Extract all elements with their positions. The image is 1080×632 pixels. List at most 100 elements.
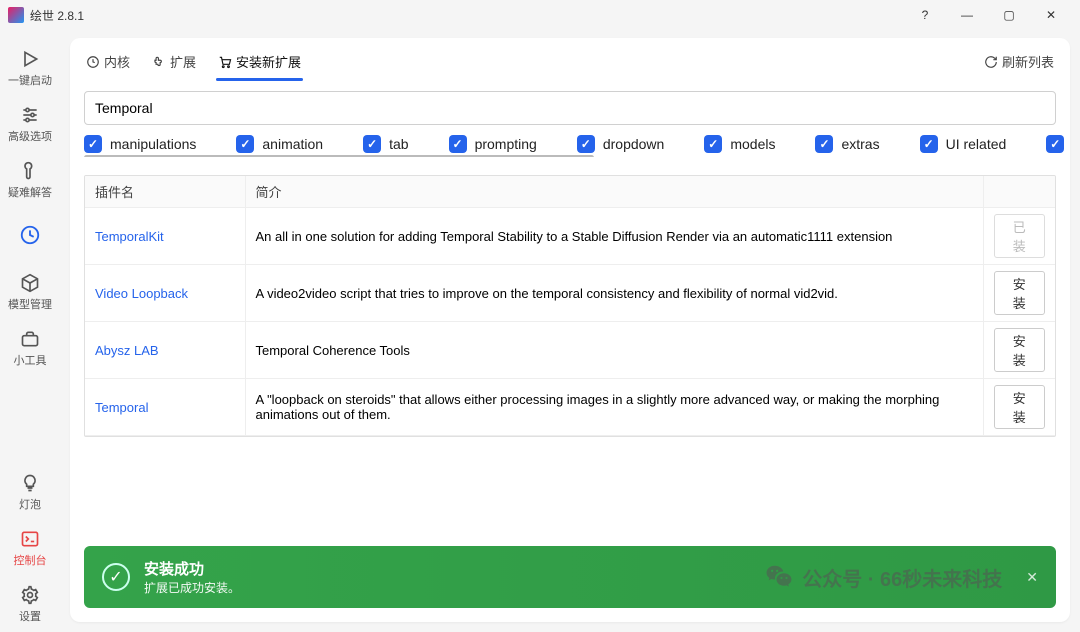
checkbox-icon: ✓ [920,135,938,153]
plugin-desc: Temporal Coherence Tools [245,322,983,379]
wechat-icon [764,562,794,592]
install-button[interactable]: 安装 [994,271,1046,315]
plugin-desc: A video2video script that tries to impro… [245,265,983,322]
sidebar: 一键启动 高级选项 疑难解答 模型管理 小工具 灯泡 控制台 [0,30,60,632]
filter-models[interactable]: ✓ models [704,135,775,153]
gear-icon [19,584,41,606]
terminal-icon [19,528,41,550]
sidebar-item-models[interactable]: 模型管理 [0,264,60,320]
sidebar-label: 灯泡 [19,496,41,512]
plugin-desc: An all in one solution for adding Tempor… [245,208,983,265]
table-row: Video Loopback A video2video script that … [85,265,1055,322]
sidebar-item-bulb[interactable]: 灯泡 [0,464,60,520]
filter-manipulations[interactable]: ✓manipulations [84,135,196,153]
plugin-name-link[interactable]: Abysz LAB [95,343,159,358]
app-icon [8,7,24,23]
tab-label: 内核 [104,52,130,71]
checkbox-icon: ✓ [704,135,722,153]
success-toast: ✓ 安装成功 扩展已成功安装。 公众号 · 66秒未来科技 ✕ [84,546,1056,608]
refresh-label: 刷新列表 [1002,52,1054,71]
filter-row: ✓manipulations✓animation✓tab✓prompting✓d… [70,135,1070,157]
sidebar-label: 疑难解答 [8,184,52,200]
plugin-desc: A "loopback on steroids" that allows eit… [245,379,983,436]
filter-label: tab [389,136,408,152]
extensions-table: 插件名 简介 TemporalKit An all in one solution… [84,175,1056,437]
sidebar-item-tools[interactable]: 小工具 [0,320,60,376]
sidebar-item-advanced[interactable]: 高级选项 [0,96,60,152]
filter-animation[interactable]: ✓ animation [236,135,323,153]
toast-subtitle: 扩展已成功安装。 [144,579,240,596]
filter-label: dropdown [603,136,665,152]
col-name: 插件名 [85,176,245,208]
install-button: 已装 [994,214,1046,258]
sidebar-item-history[interactable] [0,208,60,264]
help-button[interactable]: ? [904,0,946,30]
tab-label: 安装新扩展 [236,52,301,71]
col-desc: 简介 [245,176,983,208]
plugin-name-link[interactable]: Video Loopback [95,286,188,301]
filter-label: UI related [946,136,1007,152]
sidebar-label: 小工具 [14,352,47,368]
checkbox-icon: ✓ [577,135,595,153]
filter-tab[interactable]: ✓ tab [363,135,408,153]
top-tabs: 内核 扩展 安装新扩展 刷新列表 [70,38,1070,77]
maximize-button[interactable]: ▢ [988,0,1030,30]
tab-extensions[interactable]: 扩展 [150,46,198,77]
search-input[interactable] [84,91,1056,125]
tab-label: 扩展 [170,52,196,71]
close-button[interactable]: ✕ [1030,0,1072,30]
cube-icon [19,272,41,294]
filter-label: models [730,136,775,152]
watermark-text: 公众号 · 66秒未来科技 [802,563,1002,592]
sidebar-label: 模型管理 [8,296,52,312]
filter-label: prompting [475,136,537,152]
checkbox-icon: ✓ [363,135,381,153]
cart-icon [218,55,232,69]
table-row: Abysz LAB Temporal Coherence Tools安装 [85,322,1055,379]
checkbox-icon: ✓ [815,135,833,153]
refresh-icon [984,55,998,69]
sidebar-item-launch[interactable]: 一键启动 [0,40,60,96]
plugin-name-link[interactable]: TemporalKit [95,229,164,244]
titlebar: 绘世 2.8.1 ? — ▢ ✕ [0,0,1080,30]
refresh-button[interactable]: 刷新列表 [982,46,1056,77]
play-icon [19,48,41,70]
filter-label: manipulations [110,136,196,152]
app-title: 绘世 2.8.1 [30,7,84,24]
filter-UI related[interactable]: ✓ UI related [920,135,1007,153]
sidebar-label: 一键启动 [8,72,52,88]
sidebar-item-troubleshoot[interactable]: 疑难解答 [0,152,60,208]
puzzle-icon [152,55,166,69]
minimize-button[interactable]: — [946,0,988,30]
history-icon [86,55,100,69]
sidebar-item-settings[interactable]: 设置 [0,576,60,632]
filter-dropdown[interactable]: ✓ dropdown [577,135,665,153]
sidebar-label: 控制台 [14,552,47,568]
checkbox-icon: ✓ [236,135,254,153]
main-panel: 内核 扩展 安装新扩展 刷新列表 ✓manipulat [60,30,1080,632]
tab-install-new[interactable]: 安装新扩展 [216,46,303,77]
filter-s[interactable]: ✓s [1046,135,1070,153]
sliders-icon [19,104,41,126]
sidebar-item-console[interactable]: 控制台 [0,520,60,576]
toast-close-button[interactable]: ✕ [1026,569,1038,586]
filter-prompting[interactable]: ✓ prompting [449,135,537,153]
filter-label: animation [262,136,323,152]
checkbox-icon: ✓ [449,135,467,153]
table-row: TemporalKit An all in one solution for ad… [85,208,1055,265]
filter-extras[interactable]: ✓ extras [815,135,879,153]
search-wrap [84,91,1056,125]
watermark: 公众号 · 66秒未来科技 [764,562,1002,592]
tab-kernel[interactable]: 内核 [84,46,132,77]
toolbox-icon [19,328,41,350]
bulb-icon [19,472,41,494]
install-button[interactable]: 安装 [994,328,1046,372]
plugin-name-link[interactable]: Temporal [95,400,148,415]
install-button[interactable]: 安装 [994,385,1046,429]
check-circle-icon: ✓ [102,563,130,591]
content-card: 内核 扩展 安装新扩展 刷新列表 ✓manipulat [70,38,1070,622]
history-icon [19,224,41,246]
table-header-row: 插件名 简介 [85,176,1055,208]
col-action [983,176,1055,208]
filter-label: extras [841,136,879,152]
